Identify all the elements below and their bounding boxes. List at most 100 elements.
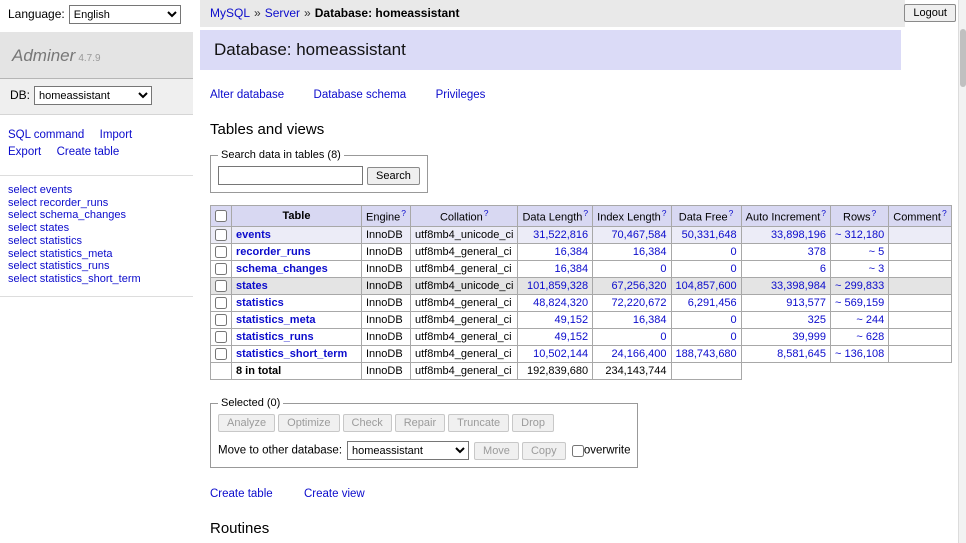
column-help-link[interactable]: ? — [484, 208, 489, 218]
auto-increment-link[interactable]: 33,398,984 — [771, 280, 826, 292]
auto-increment-link[interactable]: 378 — [808, 246, 826, 258]
privileges-link[interactable]: Privileges — [436, 89, 486, 101]
auto-increment-link[interactable]: 39,999 — [792, 331, 826, 343]
table-name-link[interactable]: events — [236, 229, 271, 241]
sidebar-table-link[interactable]: select statistics — [8, 235, 185, 248]
index-length-link[interactable]: 16,384 — [633, 246, 667, 258]
data-free-link[interactable]: 0 — [731, 331, 737, 343]
search-button[interactable]: Search — [367, 167, 420, 185]
index-length-link[interactable]: 67,256,320 — [611, 280, 666, 292]
index-length-link[interactable]: 0 — [660, 331, 666, 343]
rows-link[interactable]: ~ 312,180 — [835, 229, 884, 241]
column-help-link[interactable]: ? — [729, 208, 734, 218]
data-length-link[interactable]: 31,522,816 — [533, 229, 588, 241]
data-length-link[interactable]: 10,502,144 — [533, 348, 588, 360]
table-name-link[interactable]: statistics — [236, 297, 284, 309]
breadcrumb-link-server[interactable]: Server — [265, 6, 300, 20]
row-select-checkbox[interactable] — [215, 263, 227, 275]
scrollbar-thumb[interactable] — [960, 29, 966, 87]
create-table-link-sidebar[interactable]: Create table — [57, 145, 120, 160]
sidebar-table-link[interactable]: select events — [8, 184, 185, 197]
table-name-link[interactable]: statistics_runs — [236, 331, 314, 343]
select-all-checkbox[interactable] — [215, 210, 227, 222]
index-length-link[interactable]: 72,220,672 — [611, 297, 666, 309]
vertical-scrollbar[interactable] — [958, 0, 966, 543]
row-select-checkbox[interactable] — [215, 297, 227, 309]
rows-link[interactable]: ~ 3 — [869, 263, 885, 275]
column-help-link[interactable]: ? — [583, 208, 588, 218]
search-legend: Search data in tables (8) — [218, 149, 344, 161]
index-length-link[interactable]: 70,467,584 — [611, 229, 666, 241]
data-free-link[interactable]: 0 — [731, 263, 737, 275]
table-name-link[interactable]: states — [236, 280, 268, 292]
data-free-link[interactable]: 6,291,456 — [688, 297, 737, 309]
row-select-checkbox[interactable] — [215, 229, 227, 241]
adminer-logo[interactable]: Adminer — [12, 46, 75, 65]
search-fieldset: Search data in tables (8) Search — [210, 149, 428, 193]
logout-button[interactable]: Logout — [904, 4, 956, 22]
sidebar-table-link[interactable]: select statistics_runs — [8, 260, 185, 273]
column-help-link[interactable]: ? — [872, 208, 877, 218]
sidebar-table-link[interactable]: select statistics_short_term — [8, 273, 185, 286]
row-select-checkbox[interactable] — [215, 280, 227, 292]
data-free-link[interactable]: 188,743,680 — [676, 348, 737, 360]
row-select-checkbox[interactable] — [215, 331, 227, 343]
tables-heading: Tables and views — [210, 121, 958, 138]
column-help-link[interactable]: ? — [942, 208, 947, 218]
data-length-link[interactable]: 16,384 — [554, 246, 588, 258]
table-name-link[interactable]: recorder_runs — [236, 246, 311, 258]
data-length-link[interactable]: 16,384 — [554, 263, 588, 275]
rows-link[interactable]: ~ 569,159 — [835, 297, 884, 309]
table-name-link[interactable]: statistics_short_term — [236, 348, 347, 360]
auto-increment-link[interactable]: 33,898,196 — [771, 229, 826, 241]
data-length-link[interactable]: 48,824,320 — [533, 297, 588, 309]
rows-link[interactable]: ~ 299,833 — [835, 280, 884, 292]
sidebar-table-link[interactable]: select schema_changes — [8, 209, 185, 222]
row-select-checkbox[interactable] — [215, 348, 227, 360]
auto-increment-link[interactable]: 325 — [808, 314, 826, 326]
row-check-cell — [211, 260, 232, 277]
import-link[interactable]: Import — [100, 128, 133, 143]
data-length-link[interactable]: 49,152 — [554, 331, 588, 343]
language-select[interactable]: English — [69, 5, 181, 24]
create-table-link[interactable]: Create table — [210, 488, 273, 500]
row-select-checkbox[interactable] — [215, 314, 227, 326]
alter-database-link[interactable]: Alter database — [210, 89, 284, 101]
search-input[interactable] — [218, 166, 363, 185]
sql-command-link[interactable]: SQL command — [8, 128, 84, 143]
data-free-link[interactable]: 0 — [731, 314, 737, 326]
sidebar-table-link[interactable]: select recorder_runs — [8, 197, 185, 210]
data-free-link[interactable]: 104,857,600 — [676, 280, 737, 292]
table-name-link[interactable]: schema_changes — [236, 263, 328, 275]
auto-increment-link[interactable]: 913,577 — [786, 297, 826, 309]
column-help-link[interactable]: ? — [662, 208, 667, 218]
index-length-link[interactable]: 16,384 — [633, 314, 667, 326]
index-length-link[interactable]: 24,166,400 — [611, 348, 666, 360]
engine-cell: InnoDB — [362, 312, 411, 329]
data-length-link[interactable]: 49,152 — [554, 314, 588, 326]
database-schema-link[interactable]: Database schema — [314, 89, 407, 101]
sidebar-table-link[interactable]: select statistics_meta — [8, 248, 185, 261]
rows-link[interactable]: ~ 244 — [856, 314, 884, 326]
copy-button: Copy — [522, 442, 566, 460]
rows-link[interactable]: ~ 136,108 — [835, 348, 884, 360]
row-select-checkbox[interactable] — [215, 246, 227, 258]
data-free-link[interactable]: 50,331,648 — [682, 229, 737, 241]
overwrite-checkbox[interactable] — [572, 445, 584, 457]
index-length-link[interactable]: 0 — [660, 263, 666, 275]
auto-increment-link[interactable]: 8,581,645 — [777, 348, 826, 360]
db-select[interactable]: homeassistant — [34, 86, 152, 105]
create-view-link[interactable]: Create view — [304, 488, 365, 500]
export-link[interactable]: Export — [8, 145, 41, 160]
column-help-link[interactable]: ? — [821, 208, 826, 218]
column-help-link[interactable]: ? — [401, 208, 406, 218]
rows-link[interactable]: ~ 5 — [869, 246, 885, 258]
auto-increment-link[interactable]: 6 — [820, 263, 826, 275]
data-length-link[interactable]: 101,859,328 — [527, 280, 588, 292]
sidebar-table-link[interactable]: select states — [8, 222, 185, 235]
breadcrumb-link-mysql[interactable]: MySQL — [210, 6, 250, 20]
data-free-link[interactable]: 0 — [731, 246, 737, 258]
move-database-select[interactable]: homeassistant — [347, 441, 469, 460]
table-name-link[interactable]: statistics_meta — [236, 314, 316, 326]
rows-link[interactable]: ~ 628 — [856, 331, 884, 343]
